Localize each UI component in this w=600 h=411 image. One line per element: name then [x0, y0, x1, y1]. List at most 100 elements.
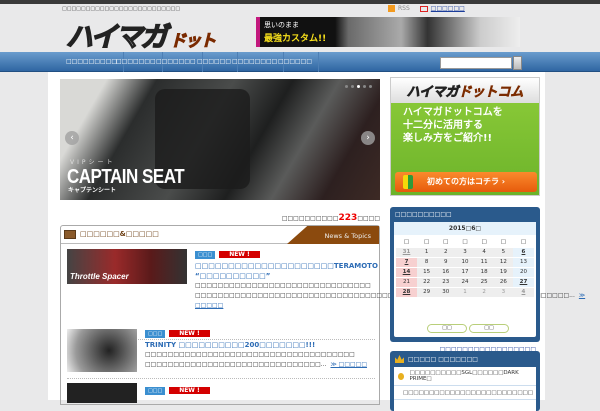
news-item-excerpt: □□□□□□□□□□□□□□□□□□□□□□□□□□□□□□□□□□□□□ □□…	[145, 351, 355, 368]
calendar-day[interactable]: 27	[512, 277, 534, 288]
banner-line2: 最強カスタム!!	[264, 34, 327, 44]
calendar-day: 30	[436, 287, 456, 298]
read-more-link[interactable]: ≫ □□□□□	[330, 361, 367, 368]
calendar-day: 17	[455, 267, 475, 278]
ranking-heading: □□□□□ □□□□□□□	[408, 355, 478, 363]
news-item-1: □□□ NEW ! □□□□□□□□□□□□□□□□□□□□□TERAMOTO “…	[195, 250, 585, 311]
calendar-day: 10	[455, 257, 475, 268]
rss-icon	[388, 5, 395, 12]
calendar-day: 3	[493, 287, 513, 298]
promo-logo: ハイマガ ドットコム	[391, 78, 539, 103]
top-strip	[0, 0, 600, 4]
calendar-day[interactable]: 14	[396, 267, 417, 278]
search-input[interactable]	[440, 57, 512, 69]
category-badge[interactable]: □□□	[195, 251, 216, 259]
news-thumb-1[interactable]: Throttle Spacer	[67, 249, 187, 284]
calendar-day: 25	[474, 277, 494, 288]
calendar-day: 20	[512, 267, 534, 278]
header-banner[interactable]: 思いのまま最強カスタム!!	[256, 17, 520, 47]
calendar-grid: □ □ □ □ □ □ □ 31 1 2 3 4 5 6 7 8 9 10 11 12 13 14 15 16 17 18 19 2…	[396, 237, 534, 298]
beginner-button[interactable]: 初めての方はコチラ ›	[395, 172, 537, 192]
ranking-item-2[interactable]: □□□□□□□□□□□□□□□□□□□□□□□□□	[394, 386, 536, 400]
calendar-day: 21	[396, 277, 417, 288]
rss-label: RSS	[398, 5, 410, 12]
calendar-day: 24	[455, 277, 475, 288]
calendar-day: 9	[436, 257, 456, 268]
image-slider[interactable]: ‹ › VIPシート CAPTAIN SEAT キャプテンシート	[60, 79, 380, 200]
weekday-label: □	[396, 237, 417, 248]
calendar-day[interactable]: 4	[512, 287, 534, 298]
beginner-promo[interactable]: ハイマガ ドットコム ハイマガドットコムを 十二分に活用する 楽しみ方をご紹介!! 初…	[390, 77, 540, 196]
slide-kana: キャプテンシート	[68, 187, 117, 194]
beginner-mark-icon	[403, 175, 413, 189]
calendar-day[interactable]: 6	[512, 247, 534, 258]
calendar-widget: □□□□□□□□□□ 2015□6□ □ □ □ □ □ □ □ 31 1 2 3 4 5 6 7 8 9 10…	[390, 207, 540, 353]
calendar-day: 1	[417, 247, 437, 258]
contact-label: □□□□□□	[430, 5, 465, 12]
nav-item-6[interactable]: □□□□□□	[272, 52, 320, 72]
weekday-label: □	[417, 237, 437, 248]
site-logo[interactable]: ハイマガドットコム	[65, 15, 226, 74]
calendar-day: 11	[474, 257, 494, 268]
calendar-heading: □□□□□□□□□□	[395, 211, 452, 218]
slider-next-button[interactable]: ›	[361, 131, 375, 145]
contact-link[interactable]: □□□□□□	[419, 5, 465, 12]
calendar-day: 23	[436, 277, 456, 288]
weekday-label: □	[512, 237, 534, 248]
news-thumb-2[interactable]	[67, 329, 137, 372]
calendar-day: 5	[493, 247, 513, 258]
calendar-day: 12	[493, 257, 513, 268]
weekday-label: □	[436, 237, 456, 248]
category-badge[interactable]: □□□	[145, 387, 166, 395]
calendar-day: 18	[474, 267, 494, 278]
site-tagline: □□□□□□□□□□□□□□□□□□□□□□□□□	[62, 6, 181, 12]
calendar-day[interactable]: 31	[396, 247, 417, 258]
banner-accent	[256, 17, 260, 47]
ranking-item-1[interactable]: □□□□□□□□□□SGL□□□□□□DARK PRIME□	[394, 367, 536, 386]
article-count: □□□□□□□□□□223□□□□	[281, 213, 380, 223]
calendar-day: 19	[493, 267, 513, 278]
news-item-2: □□□ NEW ! TRINITY □□□□□□□□□□200□□□□□□□!!!…	[145, 329, 375, 370]
logo-main: ハイマガ	[65, 21, 168, 53]
mail-icon	[419, 5, 428, 12]
news-icon	[64, 230, 76, 239]
category-badge[interactable]: □□□	[145, 330, 166, 338]
weekday-label: □	[474, 237, 494, 248]
slider-prev-button[interactable]: ‹	[65, 131, 79, 145]
news-item-title[interactable]: □□□□□□□□□□□□□□□□□□□□□TERAMOTO “□□□□□□□□□…	[195, 261, 378, 281]
rank-1-icon	[398, 372, 405, 380]
new-badge: NEW !	[169, 330, 210, 337]
divider	[67, 378, 375, 379]
calendar-day[interactable]: 28	[396, 287, 417, 298]
calendar-day: 4	[474, 247, 494, 258]
news-item-3: □□□ NEW !	[145, 386, 210, 395]
calendar-day: 26	[493, 277, 513, 288]
calendar-month: 2015□6□	[394, 222, 536, 235]
prev-month-button[interactable]: □□	[427, 324, 467, 333]
search-button[interactable]	[513, 56, 522, 70]
calendar-day: 16	[436, 267, 456, 278]
new-badge: NEW !	[219, 251, 260, 258]
rss-link[interactable]: RSS	[388, 5, 410, 12]
news-item-title[interactable]: TRINITY □□□□□□□□□□200□□□□□□□!!!	[145, 340, 375, 350]
calendar-day: 15	[417, 267, 437, 278]
next-month-button[interactable]: □□	[469, 324, 509, 333]
calendar-day: 3	[455, 247, 475, 258]
new-badge: NEW !	[169, 387, 210, 394]
calendar-day: 22	[417, 277, 437, 288]
weekday-label: □	[455, 237, 475, 248]
news-title: □□□□□□&□□□□□	[80, 230, 159, 238]
banner-line1: 思いのまま	[264, 21, 299, 29]
calendar-day[interactable]: 7	[396, 257, 417, 268]
news-panel: □□□□□□&□□□□□ News & Topics Throttle Space…	[60, 225, 585, 405]
calendar-day: 29	[417, 287, 437, 298]
weekday-label: □	[493, 237, 513, 248]
calendar-day: 2	[436, 247, 456, 258]
ranking-widget: □□□□□ □□□□□□□ □□□□□□□□□□SGL□□□□□□DARK PR…	[390, 351, 540, 411]
news-thumb-3[interactable]	[67, 383, 137, 403]
news-topics-tab: News & Topics	[287, 226, 379, 244]
calendar-day: 1	[455, 287, 475, 298]
calendar-day: 2	[474, 287, 494, 298]
crown-icon	[395, 355, 404, 363]
promo-text: ハイマガドットコムを 十二分に活用する 楽しみ方をご紹介!!	[403, 107, 503, 144]
